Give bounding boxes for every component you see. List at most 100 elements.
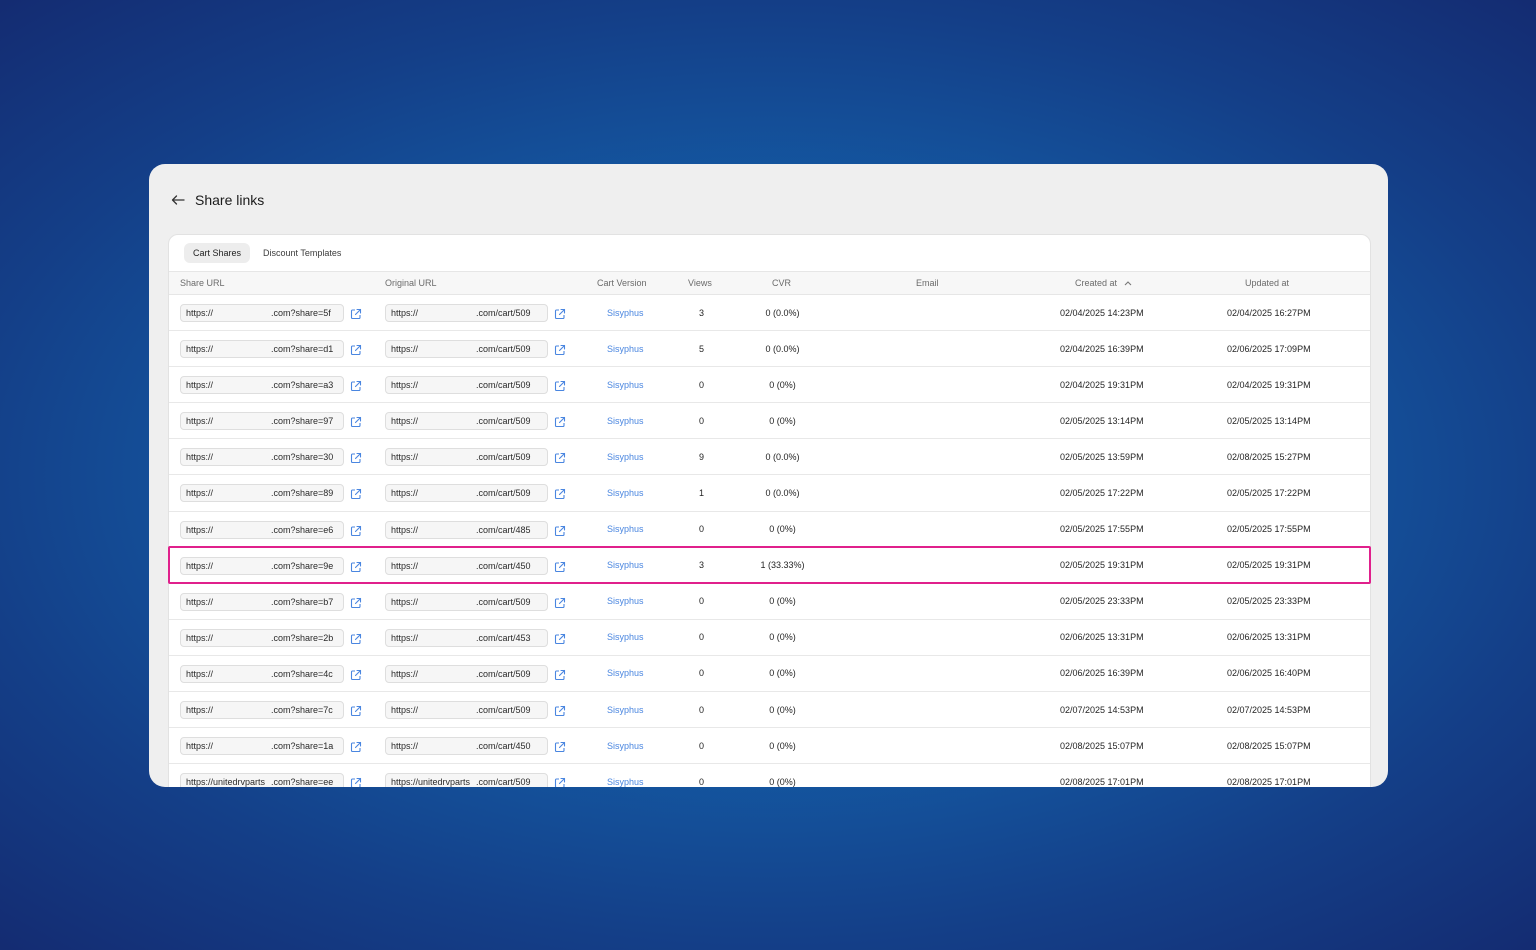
open-original-url-icon[interactable]	[554, 415, 566, 428]
open-share-url-icon[interactable]	[350, 343, 362, 356]
open-share-url-icon[interactable]	[350, 740, 362, 753]
cart-version-link[interactable]: Sisyphus	[607, 764, 644, 787]
share-url-field[interactable]: https:// .com?share=30	[180, 448, 344, 467]
open-share-url-icon[interactable]	[350, 415, 362, 428]
original-url-field[interactable]: https://unitedrvparts .com/cart/509	[385, 773, 548, 787]
original-url-field[interactable]: https:// .com/cart/509	[385, 412, 548, 431]
original-url-suffix: .com/cart/453	[476, 632, 531, 643]
original-url-field[interactable]: https:// .com/cart/509	[385, 664, 548, 683]
original-url-field[interactable]: https:// .com/cart/509	[385, 448, 548, 467]
redaction-mask	[426, 378, 476, 393]
share-url-field[interactable]: https:// .com?share=97	[180, 412, 344, 431]
redaction-mask	[426, 703, 476, 718]
share-url-field[interactable]: https:// .com?share=1a	[180, 737, 344, 756]
table-row: https:// .com?share=30 https:// .com/cart/5…	[169, 439, 1370, 476]
share-url-field[interactable]: https:// .com?share=9e	[180, 556, 344, 575]
share-url-field[interactable]: https:// .com?share=2b	[180, 628, 344, 647]
original-url-field[interactable]: https:// .com/cart/509	[385, 376, 548, 395]
table-header: Share URL Original URL Cart Version View…	[169, 271, 1370, 295]
cart-version-link[interactable]: Sisyphus	[607, 620, 644, 655]
original-url-field[interactable]: https:// .com/cart/509	[385, 340, 548, 359]
open-original-url-icon[interactable]	[554, 307, 566, 320]
share-url-suffix: .com?share=b7	[271, 596, 334, 607]
open-original-url-icon[interactable]	[554, 487, 566, 500]
cart-version-link[interactable]: Sisyphus	[607, 512, 644, 547]
open-original-url-icon[interactable]	[554, 596, 566, 608]
original-url-field[interactable]: https:// .com/cart/453	[385, 628, 548, 647]
open-original-url-icon[interactable]	[554, 560, 566, 572]
column-header-original-url: Original URL	[385, 278, 437, 288]
share-url-field[interactable]: https://unitedrvparts .com?share=ee	[180, 773, 344, 787]
open-original-url-icon[interactable]	[554, 379, 566, 392]
open-share-url-icon[interactable]	[350, 307, 362, 320]
open-share-url-icon[interactable]	[350, 704, 362, 717]
column-header-cart-version: Cart Version	[597, 278, 647, 288]
original-url-suffix: .com/cart/485	[476, 524, 531, 535]
cart-version-link[interactable]: Sisyphus	[607, 728, 644, 763]
open-share-url-icon[interactable]	[350, 379, 362, 392]
share-url-field[interactable]: https:// .com?share=7c	[180, 701, 344, 720]
back-arrow-icon[interactable]	[171, 192, 187, 208]
share-url-prefix: https://	[186, 344, 214, 355]
redaction-mask	[218, 666, 272, 681]
redaction-mask	[218, 414, 272, 429]
open-share-url-icon[interactable]	[350, 596, 362, 608]
open-share-url-icon[interactable]	[350, 668, 362, 680]
original-url-prefix: https://	[391, 596, 419, 607]
open-share-url-icon[interactable]	[350, 524, 362, 536]
open-share-url-icon[interactable]	[350, 776, 362, 787]
open-share-url-icon[interactable]	[350, 632, 362, 644]
share-url-suffix: .com?share=89	[271, 488, 334, 499]
open-original-url-icon[interactable]	[554, 668, 566, 680]
share-url-field[interactable]: https:// .com?share=89	[180, 484, 344, 503]
updated-at-value: 02/05/2025 19:31PM	[1227, 560, 1311, 571]
open-original-url-icon[interactable]	[554, 524, 566, 536]
redaction-mask	[426, 522, 476, 537]
original-url-field[interactable]: https:// .com/cart/450	[385, 556, 548, 575]
updated-at-value: 02/04/2025 19:31PM	[1227, 379, 1311, 390]
share-url-field[interactable]: https:// .com?share=d1	[180, 340, 344, 359]
open-share-url-icon[interactable]	[350, 451, 362, 464]
original-url-field[interactable]: https:// .com/cart/509	[385, 701, 548, 720]
open-original-url-icon[interactable]	[554, 776, 566, 787]
views-value: 3	[699, 307, 705, 318]
open-share-url-icon[interactable]	[350, 560, 362, 572]
share-url-field[interactable]: https:// .com?share=e6	[180, 520, 344, 539]
original-url-field[interactable]: https:// .com/cart/509	[385, 304, 548, 322]
open-share-url-icon[interactable]	[350, 487, 362, 500]
share-url-field[interactable]: https:// .com?share=5f	[180, 304, 344, 322]
share-url-field[interactable]: https:// .com?share=a3	[180, 376, 344, 395]
original-url-prefix: https://	[391, 308, 419, 318]
open-original-url-icon[interactable]	[554, 740, 566, 753]
share-url-field[interactable]: https:// .com?share=b7	[180, 592, 344, 611]
table-row: https:// .com?share=5f https:// .com/cart/5…	[169, 295, 1370, 332]
open-original-url-icon[interactable]	[554, 704, 566, 717]
updated-at-value: 02/05/2025 13:14PM	[1227, 415, 1311, 426]
original-url-suffix: .com/cart/509	[476, 596, 531, 607]
cart-version-link[interactable]: Sisyphus	[607, 548, 644, 583]
cart-version-link[interactable]: Sisyphus	[607, 692, 644, 727]
share-links-window: Share links Cart Shares Discount Templat…	[149, 164, 1388, 787]
share-url-field[interactable]: https:// .com?share=4c	[180, 664, 344, 683]
cvr-value: 0 (0%)	[769, 379, 796, 390]
original-url-field[interactable]: https:// .com/cart/485	[385, 520, 548, 539]
share-url-suffix: .com?share=4c	[271, 668, 333, 679]
cart-version-link[interactable]: Sisyphus	[607, 295, 644, 330]
cart-version-link[interactable]: Sisyphus	[607, 475, 644, 510]
tab-discount-templates[interactable]: Discount Templates	[254, 243, 350, 263]
cart-version-link[interactable]: Sisyphus	[607, 584, 644, 619]
original-url-field[interactable]: https:// .com/cart/509	[385, 592, 548, 611]
open-original-url-icon[interactable]	[554, 632, 566, 644]
open-original-url-icon[interactable]	[554, 343, 566, 356]
cart-version-link[interactable]: Sisyphus	[607, 656, 644, 691]
original-url-field[interactable]: https:// .com/cart/450	[385, 737, 548, 756]
cart-version-link[interactable]: Sisyphus	[607, 403, 644, 438]
cart-version-link[interactable]: Sisyphus	[607, 367, 644, 402]
tab-cart-shares[interactable]: Cart Shares	[184, 243, 251, 263]
column-header-created-at[interactable]: Created at	[1075, 278, 1132, 288]
cart-version-link[interactable]: Sisyphus	[607, 331, 644, 366]
open-original-url-icon[interactable]	[554, 451, 566, 464]
cart-version-link[interactable]: Sisyphus	[607, 439, 644, 474]
original-url-field[interactable]: https:// .com/cart/509	[385, 484, 548, 503]
redaction-mask	[426, 594, 476, 609]
